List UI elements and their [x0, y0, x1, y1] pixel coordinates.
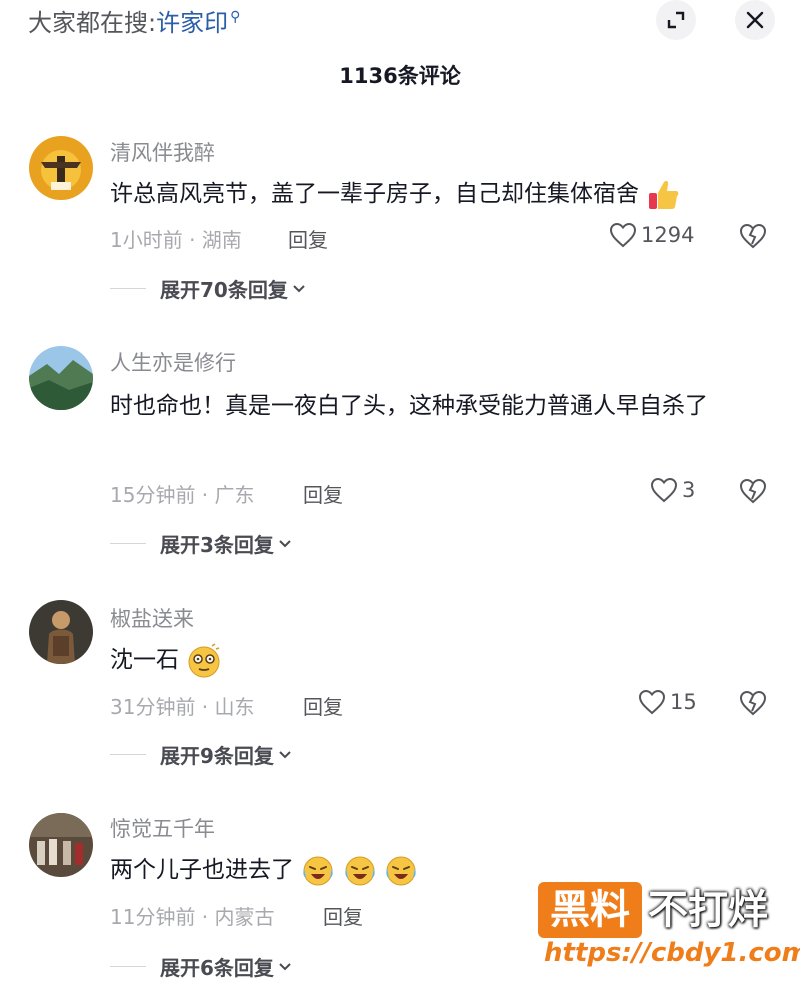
search-suggestion[interactable]: 大家都在搜:许家印 ⚲: [28, 3, 240, 38]
close-icon: [746, 11, 764, 29]
comment-text: 沈一石: [110, 638, 760, 682]
heart-icon: [650, 477, 678, 503]
dislike-button[interactable]: [739, 478, 767, 508]
avatar[interactable]: [29, 600, 93, 664]
chevron-down-icon: [279, 539, 291, 547]
watermark-url: https://cbdy1.com: [544, 938, 800, 968]
timestamp-location: 1小时前 · 湖南: [110, 228, 242, 252]
avatar[interactable]: [29, 346, 93, 410]
timestamp-location: 11分钟前 · 内蒙古: [110, 905, 275, 929]
broken-heart-icon: [739, 690, 767, 716]
search-prefix: 大家都在搜:: [28, 9, 157, 37]
dislike-button[interactable]: [739, 690, 767, 720]
reply-button[interactable]: 回复: [303, 479, 343, 508]
heart-icon: [638, 689, 666, 715]
crying-laughing-icon: [386, 856, 416, 885]
expand-replies-button[interactable]: 展开6条回复: [110, 952, 292, 981]
top-bar: 大家都在搜:许家印 ⚲: [0, 0, 800, 40]
like-button[interactable]: 3: [650, 477, 695, 503]
like-count: 3: [682, 478, 696, 502]
timestamp-location: 31分钟前 · 山东: [110, 695, 255, 719]
expand-replies-button[interactable]: 展开9条回复: [110, 740, 292, 769]
like-count: 15: [670, 690, 697, 714]
like-button[interactable]: 15: [638, 689, 697, 715]
thumbs-up-icon: [649, 180, 679, 209]
reply-button[interactable]: 回复: [323, 901, 363, 930]
crying-laughing-icon: [303, 856, 333, 885]
watermark-side-text: 不打烊: [648, 887, 768, 933]
expand-replies-button[interactable]: 展开3条回复: [110, 529, 292, 558]
broken-heart-icon: [739, 478, 767, 504]
close-button[interactable]: [735, 0, 775, 40]
like-count: 1294: [641, 223, 695, 247]
comment-text: 时也命也！真是一夜白了头，这种承受能力普通人早自杀了: [110, 393, 708, 419]
chevron-down-icon: [293, 284, 305, 292]
divider: [110, 288, 146, 289]
username[interactable]: 椒盐送来: [110, 603, 194, 633]
reply-button[interactable]: 回复: [288, 224, 328, 253]
username[interactable]: 惊觉五千年: [110, 813, 215, 843]
expand-icon: [667, 11, 685, 29]
divider: [110, 543, 146, 544]
avatar[interactable]: [29, 813, 93, 877]
divider: [110, 754, 146, 755]
search-keyword[interactable]: 许家印: [156, 9, 228, 37]
expand-replies-button[interactable]: 展开70条回复: [110, 274, 306, 303]
heart-icon: [609, 222, 637, 248]
username[interactable]: 清风伴我醉: [110, 137, 215, 167]
comment-text: 许总高风亮节，盖了一辈子房子，自己却住集体宿舍: [110, 172, 760, 216]
reply-button[interactable]: 回复: [303, 691, 343, 720]
search-icon: ⚲: [230, 9, 241, 25]
chevron-down-icon: [279, 962, 291, 970]
dislike-button[interactable]: [739, 223, 767, 253]
watermark: 黑料 不打烊 https://cbdy1.com: [538, 882, 800, 974]
broken-heart-icon: [739, 223, 767, 249]
watermark-box-text: 黑料: [538, 882, 642, 938]
like-button[interactable]: 1294: [609, 222, 694, 248]
fullscreen-button[interactable]: [656, 0, 696, 40]
username[interactable]: 人生亦是修行: [110, 347, 236, 377]
dizzy-face-icon: [188, 642, 220, 677]
avatar[interactable]: [29, 136, 93, 200]
chevron-down-icon: [279, 750, 291, 758]
comment-count-title: 1136条评论: [339, 64, 461, 88]
divider: [110, 966, 146, 967]
timestamp-location: 15分钟前 · 广东: [110, 483, 255, 507]
crying-laughing-icon: [344, 856, 375, 885]
